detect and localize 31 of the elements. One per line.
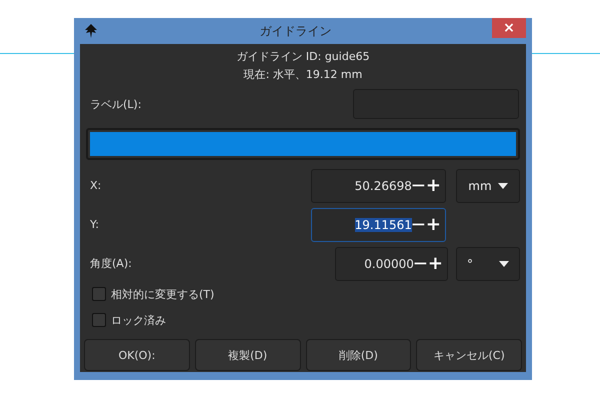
minus-icon[interactable]: —: [412, 178, 425, 193]
field-label: ラベル(L):: [89, 96, 142, 112]
unit-dropdown[interactable]: °: [456, 246, 520, 280]
window-title: ガイドライン: [258, 22, 332, 40]
dialog-button[interactable]: OK(O):: [84, 339, 190, 371]
plus-icon[interactable]: +: [426, 176, 441, 194]
minus-icon[interactable]: —: [412, 217, 425, 232]
dialog-button[interactable]: 複製(D): [194, 339, 300, 371]
info-text: 現在: 水平、19.12 mm: [242, 67, 364, 83]
dialog-button[interactable]: キャンセル(C): [416, 339, 522, 371]
color-swatch[interactable]: [86, 128, 520, 160]
info-text: ガイドライン ID: guide65: [235, 49, 371, 65]
app-logo-icon: [83, 23, 99, 39]
plus-icon[interactable]: +: [426, 216, 441, 234]
field-label: 角度(A):: [89, 256, 133, 271]
spin-field[interactable]: 0.00000—+: [335, 246, 448, 280]
field-label: Y:: [89, 218, 100, 231]
checkbox-label: ロック済み: [111, 312, 166, 328]
spin-field[interactable]: 19.11561—+: [311, 208, 446, 242]
checkbox[interactable]: [92, 313, 106, 327]
unit-dropdown[interactable]: mm: [456, 168, 520, 202]
field-label: X:: [89, 179, 102, 192]
checkbox-label: 相対的に変更する(T): [111, 286, 214, 302]
close-button[interactable]: ×: [492, 18, 526, 38]
spin-field[interactable]: 50.26698—+: [311, 168, 446, 202]
dropdown-caret-icon: [499, 260, 509, 266]
checkbox[interactable]: [92, 287, 106, 301]
dropdown-caret-icon: [498, 182, 508, 188]
minus-icon[interactable]: —: [414, 256, 427, 271]
plus-icon[interactable]: +: [428, 254, 443, 272]
dialog-button[interactable]: 削除(D): [306, 339, 412, 371]
